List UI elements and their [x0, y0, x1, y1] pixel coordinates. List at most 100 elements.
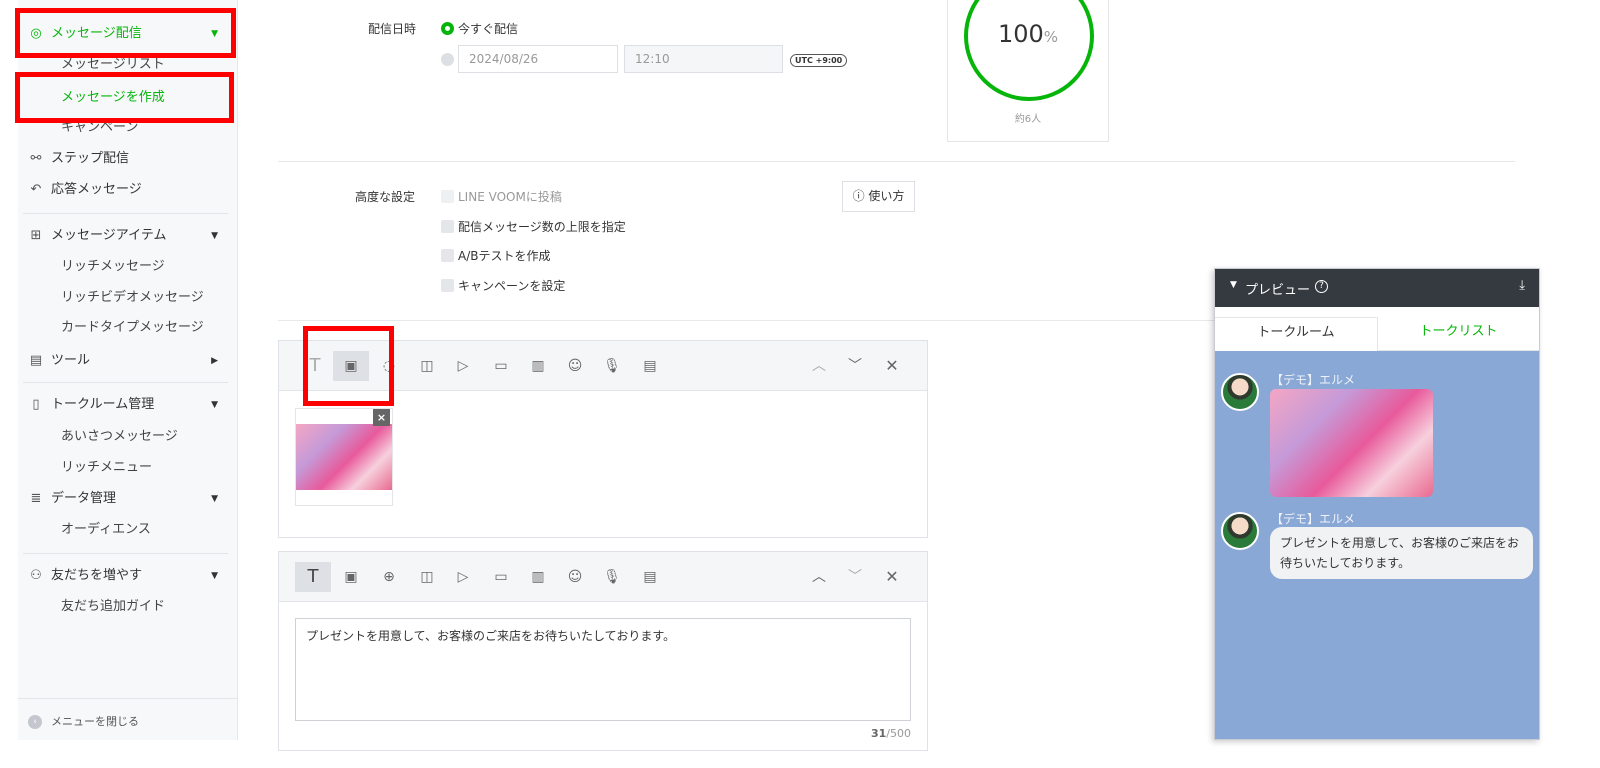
chevron-down-icon: ▼	[211, 494, 218, 504]
radio-scheduled[interactable]	[441, 53, 454, 66]
chevron-down-icon: ▼	[211, 231, 218, 241]
avatar	[1221, 512, 1259, 550]
message-textarea[interactable]: プレゼントを用意して、お客様のご来店をお待ちいたしております。	[295, 618, 911, 721]
sender-name: 【デモ】エルメ	[1271, 512, 1356, 526]
mic-tool-icon[interactable]: 🎙	[594, 562, 630, 592]
editor-toolbar: T ▣ ⊕ ◫ ▷ ▭ ▥ ☺ 🎙 ▤ ︿ ﹀ ✕	[279, 552, 927, 602]
highlight-box	[15, 72, 234, 123]
collapse-icon[interactable]: ▼	[1230, 280, 1237, 290]
sender-name: 【デモ】エルメ	[1271, 373, 1356, 387]
radio-now[interactable]	[441, 22, 454, 35]
clipboard-tool-icon[interactable]: ▤	[632, 351, 668, 381]
preview-panel: ▼ プレビュー ? ⤓ トークルーム トークリスト 【デモ】エルメ 【デモ】エル…	[1214, 268, 1540, 740]
hierarchy-icon: ⚯	[30, 151, 42, 166]
sidebar-item-reply[interactable]: ↶ 応答メッセージ	[18, 178, 238, 202]
text-tool-icon[interactable]: T	[295, 562, 331, 592]
delete-block-icon[interactable]: ✕	[874, 562, 910, 592]
schedule-label: 配信日時	[368, 22, 417, 36]
divider	[18, 698, 238, 699]
option-campaign: キャンペーンを設定	[458, 279, 566, 293]
char-max: /500	[886, 727, 911, 740]
sidebar-item-rich-message[interactable]: リッチメッセージ	[18, 255, 238, 279]
sidebar-item-talkroom[interactable]: ▯ トークルーム管理 ▼	[18, 393, 238, 417]
card-tool-icon[interactable]: ◫	[409, 562, 445, 592]
sidebar-item-greeting[interactable]: あいさつメッセージ	[18, 425, 238, 449]
emoji-tool-icon[interactable]: ☺	[557, 351, 593, 381]
sidebar-item-friends[interactable]: ⚇ 友だちを増やす ▼	[18, 564, 238, 588]
reach-circle	[964, 0, 1094, 101]
reply-icon: ↶	[30, 182, 42, 197]
preview-header: ▼ プレビュー ? ⤓	[1215, 269, 1539, 307]
option-voom: LINE VOOMに投稿	[458, 190, 562, 204]
database-icon: ≣	[30, 491, 42, 506]
remove-image-icon[interactable]: ×	[373, 409, 390, 426]
message-editor-text: T ▣ ⊕ ◫ ▷ ▭ ▥ ☺ 🎙 ▤ ︿ ﹀ ✕ プレゼントを用意して、お客様…	[278, 551, 928, 751]
sidebar-item-friend-guide[interactable]: 友だち追加ガイド	[18, 595, 238, 619]
sidebar-item-audience[interactable]: オーディエンス	[18, 518, 238, 542]
card-tool-icon[interactable]: ◫	[409, 351, 445, 381]
shop-icon: ▤	[29, 353, 43, 368]
close-menu-button[interactable]: ‹ メニューを閉じる	[18, 710, 238, 734]
divider	[23, 213, 228, 214]
move-down-icon[interactable]: ﹀	[837, 562, 873, 592]
option-ab-test: A/Bテストを作成	[458, 249, 551, 263]
divider	[278, 320, 1214, 321]
sidebar-item-step[interactable]: ⚯ ステップ配信	[18, 147, 238, 171]
sidebar-item-tools[interactable]: ▤ ツール ▶	[18, 349, 238, 373]
talkroom-icon: ▯	[32, 397, 40, 412]
checkbox-limit[interactable]	[441, 220, 454, 233]
emoji-tool-icon[interactable]: ☺	[557, 562, 593, 592]
coupon-tool-icon[interactable]: ▭	[483, 562, 519, 592]
reach-people: 約6人	[1014, 114, 1042, 125]
sidebar-item-card-type[interactable]: カードタイプメッセージ	[18, 316, 238, 340]
divider	[278, 161, 1515, 162]
chevron-left-icon: ‹	[28, 715, 42, 729]
preview-text-bubble: プレゼントを用意して、お客様のご来店をお待ちいたしております。	[1270, 527, 1533, 579]
chevron-down-icon: ▼	[211, 400, 218, 410]
info-icon: ⓘ	[852, 189, 869, 203]
reach-unit: %	[1043, 28, 1059, 46]
reach-card: 100% 約6人	[947, 0, 1109, 142]
highlight-box	[15, 8, 236, 58]
video-tool-icon[interactable]: ▷	[445, 351, 481, 381]
richvideo-tool-icon[interactable]: ▥	[520, 562, 556, 592]
tab-talklist[interactable]: トークリスト	[1378, 317, 1539, 350]
preview-tabs: トークルーム トークリスト	[1215, 307, 1539, 351]
coupon-tool-icon[interactable]: ▭	[483, 351, 519, 381]
radio-now-label: 今すぐ配信	[458, 22, 519, 36]
tab-talkroom[interactable]: トークルーム	[1215, 317, 1378, 351]
move-up-icon[interactable]: ︿	[801, 351, 837, 381]
clipboard-tool-icon[interactable]: ▤	[632, 562, 668, 592]
reach-value: 100	[997, 20, 1044, 48]
richvideo-tool-icon[interactable]: ▥	[520, 351, 556, 381]
download-icon[interactable]: ⤓	[1519, 278, 1525, 293]
time-input[interactable]: 12:10	[624, 45, 783, 73]
image-tool-icon[interactable]: ▣	[333, 562, 369, 592]
timezone-badge: UTC +9:00	[790, 54, 848, 67]
mic-tool-icon[interactable]: 🎙	[594, 351, 630, 381]
delete-block-icon[interactable]: ✕	[874, 351, 910, 381]
checkbox-voom[interactable]	[441, 190, 454, 203]
date-input[interactable]: 2024/08/26	[458, 45, 618, 73]
advanced-label: 高度な設定	[355, 190, 416, 204]
sidebar-item-message-items[interactable]: ⊞ メッセージアイテム ▼	[18, 224, 238, 248]
highlight-box	[303, 326, 394, 406]
divider	[23, 553, 228, 554]
help-icon[interactable]: ?	[1315, 280, 1328, 293]
message-plus-icon: ⊞	[30, 228, 42, 243]
option-limit: 配信メッセージ数の上限を指定	[458, 220, 626, 234]
add-friend-icon: ⚇	[30, 568, 42, 583]
move-up-icon[interactable]: ︿	[801, 562, 837, 592]
sidebar-item-data[interactable]: ≣ データ管理 ▼	[18, 487, 238, 511]
chevron-right-icon: ▶	[211, 356, 218, 366]
image-thumbnail[interactable]: ×	[295, 408, 393, 506]
checkbox-campaign[interactable]	[441, 279, 454, 292]
help-button[interactable]: ⓘ 使い方	[842, 181, 915, 212]
move-down-icon[interactable]: ﹀	[837, 351, 873, 381]
sidebar-item-rich-video[interactable]: リッチビデオメッセージ	[18, 286, 238, 310]
video-tool-icon[interactable]: ▷	[445, 562, 481, 592]
bubble-tool-icon[interactable]: ⊕	[371, 562, 407, 592]
preview-title: プレビュー	[1245, 283, 1311, 298]
sidebar-item-rich-menu[interactable]: リッチメニュー	[18, 456, 238, 480]
checkbox-ab-test[interactable]	[441, 249, 454, 262]
